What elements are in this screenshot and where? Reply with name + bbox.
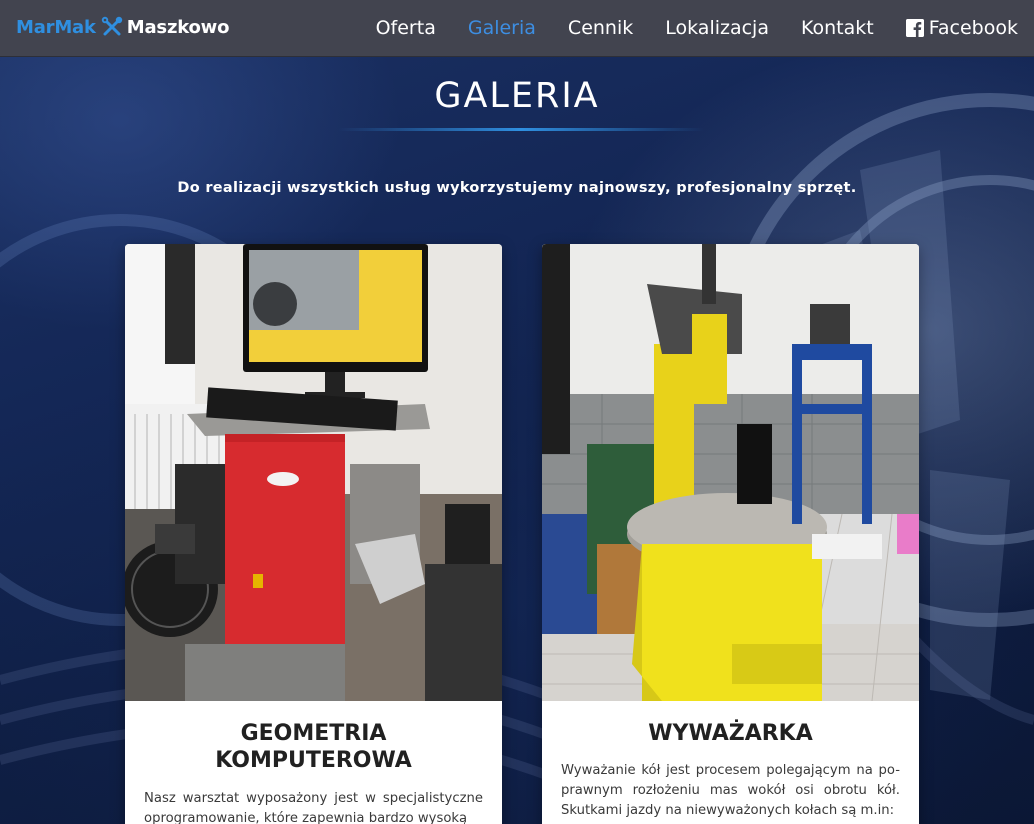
gallery-card-geometria[interactable]: GEOMETRIA KOMPUTEROWA Nasz warsztat wypo… [125, 244, 502, 824]
card-description: Nasz warsztat wyposażony jest w specjali… [144, 791, 483, 824]
nav-item-galeria[interactable]: Galeria [468, 14, 536, 42]
title-divider [338, 128, 704, 131]
brand-name-part2: Maszkowo [126, 16, 230, 38]
tire-changer-machine-photo [542, 244, 919, 701]
card-title-line2: KOMPUTEROWA [215, 748, 412, 773]
wrench-screwdriver-icon [101, 16, 123, 38]
brand-name-part1: MarMak [16, 16, 96, 38]
card-title-line1: WYWAŻARKA [648, 721, 813, 746]
nav-item-kontakt[interactable]: Kontakt [801, 14, 874, 42]
card-description: Wyważanie kół jest procesem polegającym … [561, 763, 900, 818]
facebook-icon [905, 19, 924, 37]
nav-item-facebook[interactable]: Facebook [905, 14, 1018, 42]
card-title-line1: GEOMETRIA [240, 721, 387, 746]
nav-item-cennik[interactable]: Cennik [568, 14, 633, 42]
card-title: WYWAŻARKA [542, 720, 919, 747]
wheel-alignment-machine-photo [125, 244, 502, 701]
brand-logo[interactable]: MarMak Maszkowo [16, 16, 229, 38]
gallery-card-wywazarka[interactable]: WYWAŻARKA Wyważanie kół jest procesem po… [542, 244, 919, 824]
card-title: GEOMETRIA KOMPUTEROWA [125, 720, 502, 774]
nav-item-lokalizacja[interactable]: Lokalizacja [665, 14, 769, 42]
nav-item-facebook-label: Facebook [928, 17, 1018, 39]
nav-menu: Oferta Galeria Cennik Lokalizacja Kontak… [344, 14, 1018, 42]
nav-item-oferta[interactable]: Oferta [376, 14, 436, 42]
top-navbar: MarMak Maszkowo Oferta Galeria Cennik Lo… [0, 0, 1034, 57]
page-title: GALERIA [434, 76, 600, 116]
section-subtitle: Do realizacji wszystkich usług wykorzyst… [177, 180, 857, 196]
